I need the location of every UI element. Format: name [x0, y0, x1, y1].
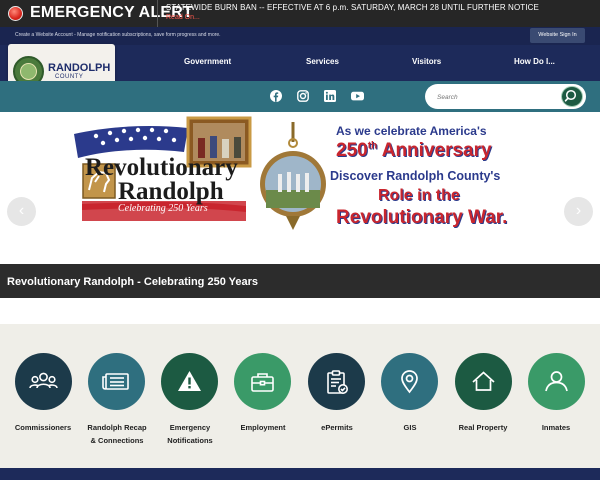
facebook-icon[interactable]	[270, 90, 282, 102]
linkedin-icon[interactable]	[324, 90, 336, 102]
emergency-label-line1: Emergency	[169, 423, 211, 432]
gis-label-text: GIS	[403, 423, 417, 432]
randolph-recap-label[interactable]: Randolph Recap & Connections	[77, 422, 157, 447]
logo-name: RANDOLPH	[48, 62, 111, 74]
banner-right-line5: Revolutionary War.	[336, 207, 508, 228]
people-icon	[29, 372, 58, 389]
slider-next-button[interactable]: ›	[564, 197, 593, 226]
person-icon	[545, 371, 568, 392]
clipboard-check-icon	[327, 370, 348, 394]
house-icon	[472, 371, 495, 391]
account-info-text[interactable]: Create a Website Account - Manage notifi…	[15, 32, 221, 38]
commissioners-label-text: Commissioners	[14, 423, 72, 432]
employment-label[interactable]: Employment	[223, 422, 303, 435]
slider-prev-button[interactable]: ‹	[7, 197, 36, 226]
nav-government[interactable]: Government	[184, 57, 231, 66]
instagram-icon[interactable]	[297, 90, 309, 102]
real-property-label[interactable]: Real Property	[443, 422, 523, 435]
banner-caption[interactable]: Revolutionary Randolph - Celebrating 250…	[7, 276, 258, 288]
sign-in-button[interactable]: Website Sign In	[530, 28, 585, 43]
banner-right-line2: 250th Anniversary	[336, 140, 492, 162]
inmates-label-text: Inmates	[541, 423, 571, 432]
alert-divider	[157, 0, 158, 27]
banner-tagline: Celebrating 250 Years	[118, 203, 208, 214]
search-icon	[564, 89, 577, 102]
emergency-label-line2: Notifications	[167, 435, 213, 445]
search-button[interactable]	[561, 86, 583, 107]
youtube-icon[interactable]	[351, 90, 364, 102]
nav-how-do-i[interactable]: How Do I...	[514, 57, 555, 66]
search-input[interactable]	[437, 92, 547, 102]
banner-250: 250	[336, 140, 368, 161]
banner-title-line2: Randolph	[118, 178, 224, 205]
banner-anniversary: Anniversary	[377, 140, 492, 161]
employment-label-text: Employment	[240, 423, 286, 432]
logo-county: COUNTY	[55, 74, 84, 80]
alert-icon	[8, 6, 23, 21]
map-pin-icon	[401, 370, 418, 394]
randolph-recap-label-line1: Randolph Recap	[87, 423, 147, 432]
hero-banner: Revolutionary Randolph Celebrating 250 Y…	[0, 112, 600, 264]
banner-right-line4: Role in the	[378, 187, 460, 204]
revolutionary-randolph-graphic	[74, 116, 326, 230]
emergency-alert-bar: EMERGENCY ALERT STATEWIDE BURN BAN -- EF…	[0, 0, 600, 27]
epermits-button[interactable]	[308, 353, 365, 410]
epermits-label[interactable]: ePermits	[297, 422, 377, 435]
seal-center	[20, 63, 37, 80]
gis-label[interactable]: GIS	[370, 422, 450, 435]
inmates-label[interactable]: Inmates	[516, 422, 596, 435]
employment-button[interactable]	[234, 353, 291, 410]
commissioners-label[interactable]: Commissioners	[3, 422, 83, 435]
epermits-label-text: ePermits	[321, 423, 353, 432]
warning-icon	[178, 371, 201, 391]
emergency-notifications-label[interactable]: Emergency Notifications	[150, 422, 230, 447]
alert-message: STATEWIDE BURN BAN -- EFFECTIVE AT 6 p.m…	[166, 3, 539, 12]
real-property-button[interactable]	[455, 353, 512, 410]
banner-right-line3: Discover Randolph County's	[330, 169, 501, 183]
banner-right-line1: As we celebrate America's	[336, 124, 487, 138]
banner-th: th	[367, 140, 378, 152]
briefcase-icon	[251, 373, 274, 392]
nav-visitors[interactable]: Visitors	[412, 57, 441, 66]
real-property-label-text: Real Property	[458, 423, 508, 432]
emergency-notifications-button[interactable]	[161, 353, 218, 410]
gis-button[interactable]	[381, 353, 438, 410]
nav-services[interactable]: Services	[306, 57, 339, 66]
alert-read-on-link[interactable]: Read On...	[166, 14, 200, 21]
commissioners-button[interactable]	[15, 353, 72, 410]
randolph-recap-button[interactable]	[88, 353, 145, 410]
newspaper-icon	[102, 373, 129, 390]
randolph-recap-label-line2: & Connections	[90, 435, 144, 445]
inmates-button[interactable]	[528, 353, 585, 410]
footer-bar	[0, 468, 600, 480]
banner-title-line1: Revolutionary	[85, 154, 238, 181]
